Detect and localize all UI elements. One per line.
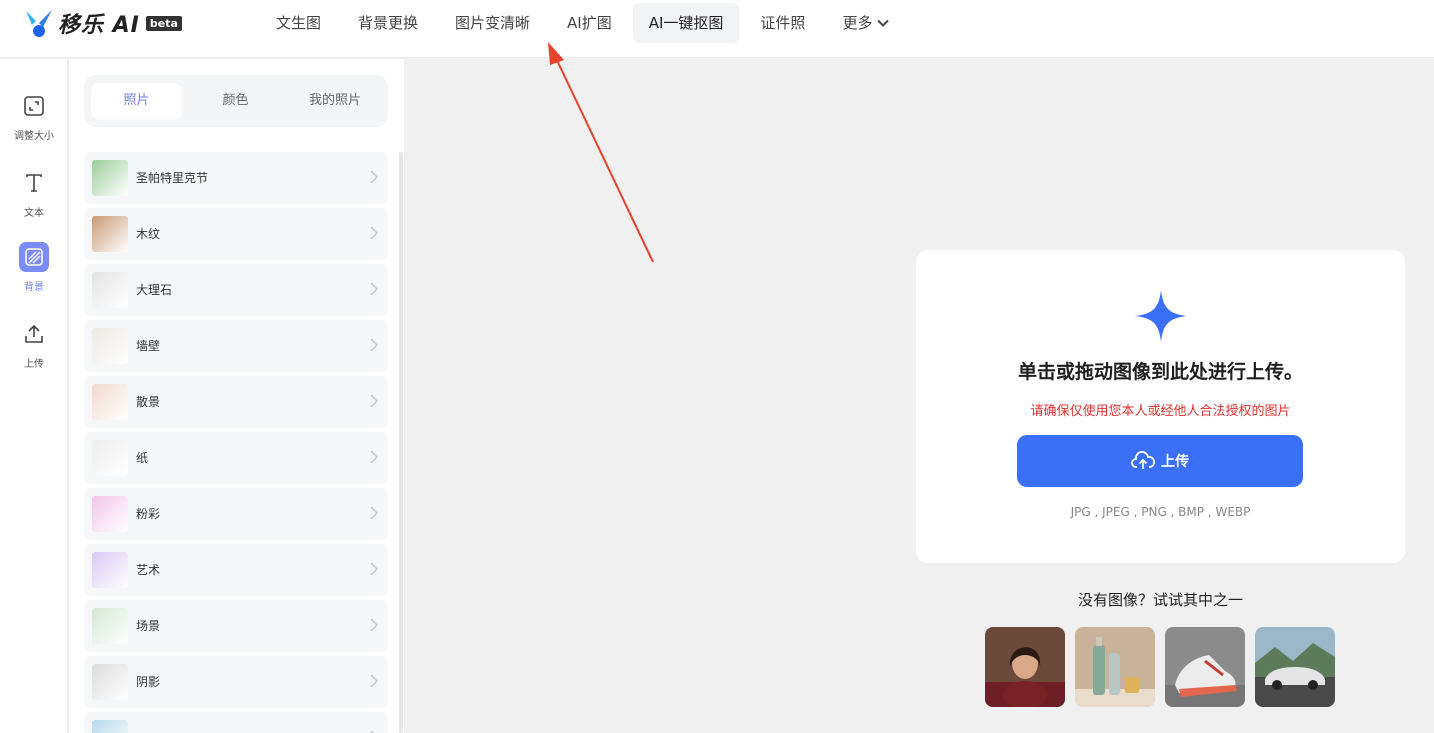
tab-photos[interactable]: 照片 bbox=[91, 83, 182, 119]
cloud-upload-icon bbox=[1131, 451, 1155, 469]
category-thumbnail bbox=[92, 272, 128, 308]
beta-badge: beta bbox=[145, 15, 182, 31]
category-label: 粉彩 bbox=[136, 507, 161, 521]
rail-label-upload: 上传 bbox=[24, 359, 44, 370]
category-item[interactable]: 大理石 bbox=[84, 264, 388, 316]
rail-item-resize[interactable]: 调整大小 bbox=[0, 91, 68, 142]
upload-title: 单击或拖动图像到此处进行上传。 bbox=[1017, 361, 1303, 383]
category-label: 大理石 bbox=[136, 283, 173, 297]
category-thumbnail bbox=[92, 552, 128, 588]
upload-icon bbox=[19, 319, 49, 349]
panel-tabs: 照片 颜色 我的照片 bbox=[84, 75, 388, 127]
category-label: 木纹 bbox=[136, 227, 161, 241]
sample-portrait[interactable] bbox=[985, 627, 1065, 707]
category-thumbnail bbox=[92, 328, 128, 364]
category-label: 墙壁 bbox=[136, 339, 161, 353]
category-thumbnail bbox=[92, 384, 128, 420]
category-label: 艺术 bbox=[136, 563, 161, 577]
chevron-right-icon bbox=[370, 506, 378, 520]
chevron-right-icon bbox=[370, 282, 378, 296]
nav-item-image-enhance[interactable]: 图片变清晰 bbox=[439, 3, 546, 43]
chevron-right-icon bbox=[370, 338, 378, 352]
tool-rail: 调整大小 文本 背景 上传 bbox=[0, 59, 68, 733]
category-item[interactable]: 粉彩 bbox=[84, 488, 388, 540]
tab-my-photos[interactable]: 我的照片 bbox=[288, 83, 382, 119]
category-item[interactable]: 阴影 bbox=[84, 656, 388, 708]
annotation-arrow bbox=[548, 42, 654, 263]
logo-text: 移乐 AI bbox=[58, 13, 140, 38]
category-thumbnail bbox=[92, 664, 128, 700]
sample-images bbox=[985, 627, 1345, 707]
category-item[interactable]: 艺术 bbox=[84, 544, 388, 596]
nav-item-ai-cutout[interactable]: AI一键抠图 bbox=[632, 3, 740, 43]
category-item[interactable]: 木纹 bbox=[84, 208, 388, 260]
rail-item-background[interactable]: 背景 bbox=[0, 242, 68, 293]
upload-card[interactable]: 单击或拖动图像到此处进行上传。 请确保仅使用您本人或经他人合法授权的图片 上传 … bbox=[916, 250, 1405, 563]
rail-item-text[interactable]: 文本 bbox=[0, 168, 68, 219]
category-thumbnail bbox=[92, 440, 128, 476]
chevron-right-icon bbox=[370, 226, 378, 240]
chevron-right-icon bbox=[370, 618, 378, 632]
rail-item-upload[interactable]: 上传 bbox=[0, 319, 68, 370]
sample-car[interactable] bbox=[1255, 627, 1335, 707]
top-bar: 移乐 AI beta 文生图 背景更换 图片变清晰 AI扩图 AI一键抠图 证件… bbox=[0, 0, 1434, 58]
logo-icon bbox=[22, 6, 56, 40]
nav-item-background-replace[interactable]: 背景更换 bbox=[342, 3, 434, 43]
category-label: 阴影 bbox=[136, 675, 161, 689]
nav-item-text-to-image[interactable]: 文生图 bbox=[260, 3, 337, 43]
supported-formats: JPG , JPEG , PNG , BMP , WEBP bbox=[1070, 505, 1251, 519]
category-thumbnail bbox=[92, 496, 128, 532]
upload-warning: 请确保仅使用您本人或经他人合法授权的图片 bbox=[1030, 404, 1291, 419]
main-nav: 文生图 背景更换 图片变清晰 AI扩图 AI一键抠图 证件照 更多 bbox=[260, 3, 911, 43]
chevron-down-icon bbox=[877, 19, 890, 27]
chevron-right-icon bbox=[370, 562, 378, 576]
background-panel: 照片 颜色 我的照片 圣帕特里克节 木纹大理石墙壁散景纸粉彩艺术场景阴影 bbox=[69, 59, 404, 733]
sample-bottles[interactable] bbox=[1075, 627, 1155, 707]
upload-button[interactable]: 上传 bbox=[1017, 435, 1303, 487]
sample-sneaker[interactable] bbox=[1165, 627, 1245, 707]
category-label: 场景 bbox=[136, 619, 161, 633]
category-item[interactable]: 墙壁 bbox=[84, 320, 388, 372]
category-item[interactable]: 场景 bbox=[84, 600, 388, 652]
resize-icon bbox=[19, 91, 49, 121]
panel-scrollbar[interactable] bbox=[399, 152, 403, 733]
samples-title: 没有图像？试试其中之一 bbox=[1077, 591, 1243, 609]
chevron-right-icon bbox=[370, 450, 378, 464]
text-icon bbox=[19, 168, 49, 198]
chevron-right-icon bbox=[370, 170, 378, 184]
app-logo[interactable]: 移乐 AI beta bbox=[22, 6, 182, 40]
background-icon bbox=[19, 242, 49, 272]
rail-label-background: 背景 bbox=[24, 282, 44, 293]
category-item[interactable] bbox=[84, 712, 388, 733]
nav-more-label: 更多 bbox=[842, 14, 873, 32]
nav-more-menu[interactable]: 更多 bbox=[826, 3, 906, 43]
category-label: 纸 bbox=[136, 451, 149, 465]
category-label: 散景 bbox=[136, 395, 161, 409]
nav-item-id-photo[interactable]: 证件照 bbox=[744, 3, 821, 43]
category-thumbnail bbox=[92, 216, 128, 252]
category-thumbnail bbox=[92, 608, 128, 644]
chevron-right-icon bbox=[370, 394, 378, 408]
category-item[interactable]: 纸 bbox=[84, 432, 388, 484]
upload-button-label: 上传 bbox=[1161, 454, 1189, 470]
category-label: 圣帕特里克节 bbox=[136, 171, 209, 185]
sparkle-icon bbox=[1135, 290, 1187, 342]
tab-colors[interactable]: 颜色 bbox=[190, 83, 281, 119]
rail-label-text: 文本 bbox=[24, 208, 44, 219]
nav-item-ai-outpaint[interactable]: AI扩图 bbox=[551, 3, 628, 43]
category-item[interactable]: 圣帕特里克节 bbox=[84, 152, 388, 204]
rail-label-resize: 调整大小 bbox=[14, 131, 54, 142]
chevron-right-icon bbox=[370, 674, 378, 688]
category-thumbnail bbox=[92, 160, 128, 196]
category-thumbnail bbox=[92, 720, 128, 733]
category-item[interactable]: 散景 bbox=[84, 376, 388, 428]
